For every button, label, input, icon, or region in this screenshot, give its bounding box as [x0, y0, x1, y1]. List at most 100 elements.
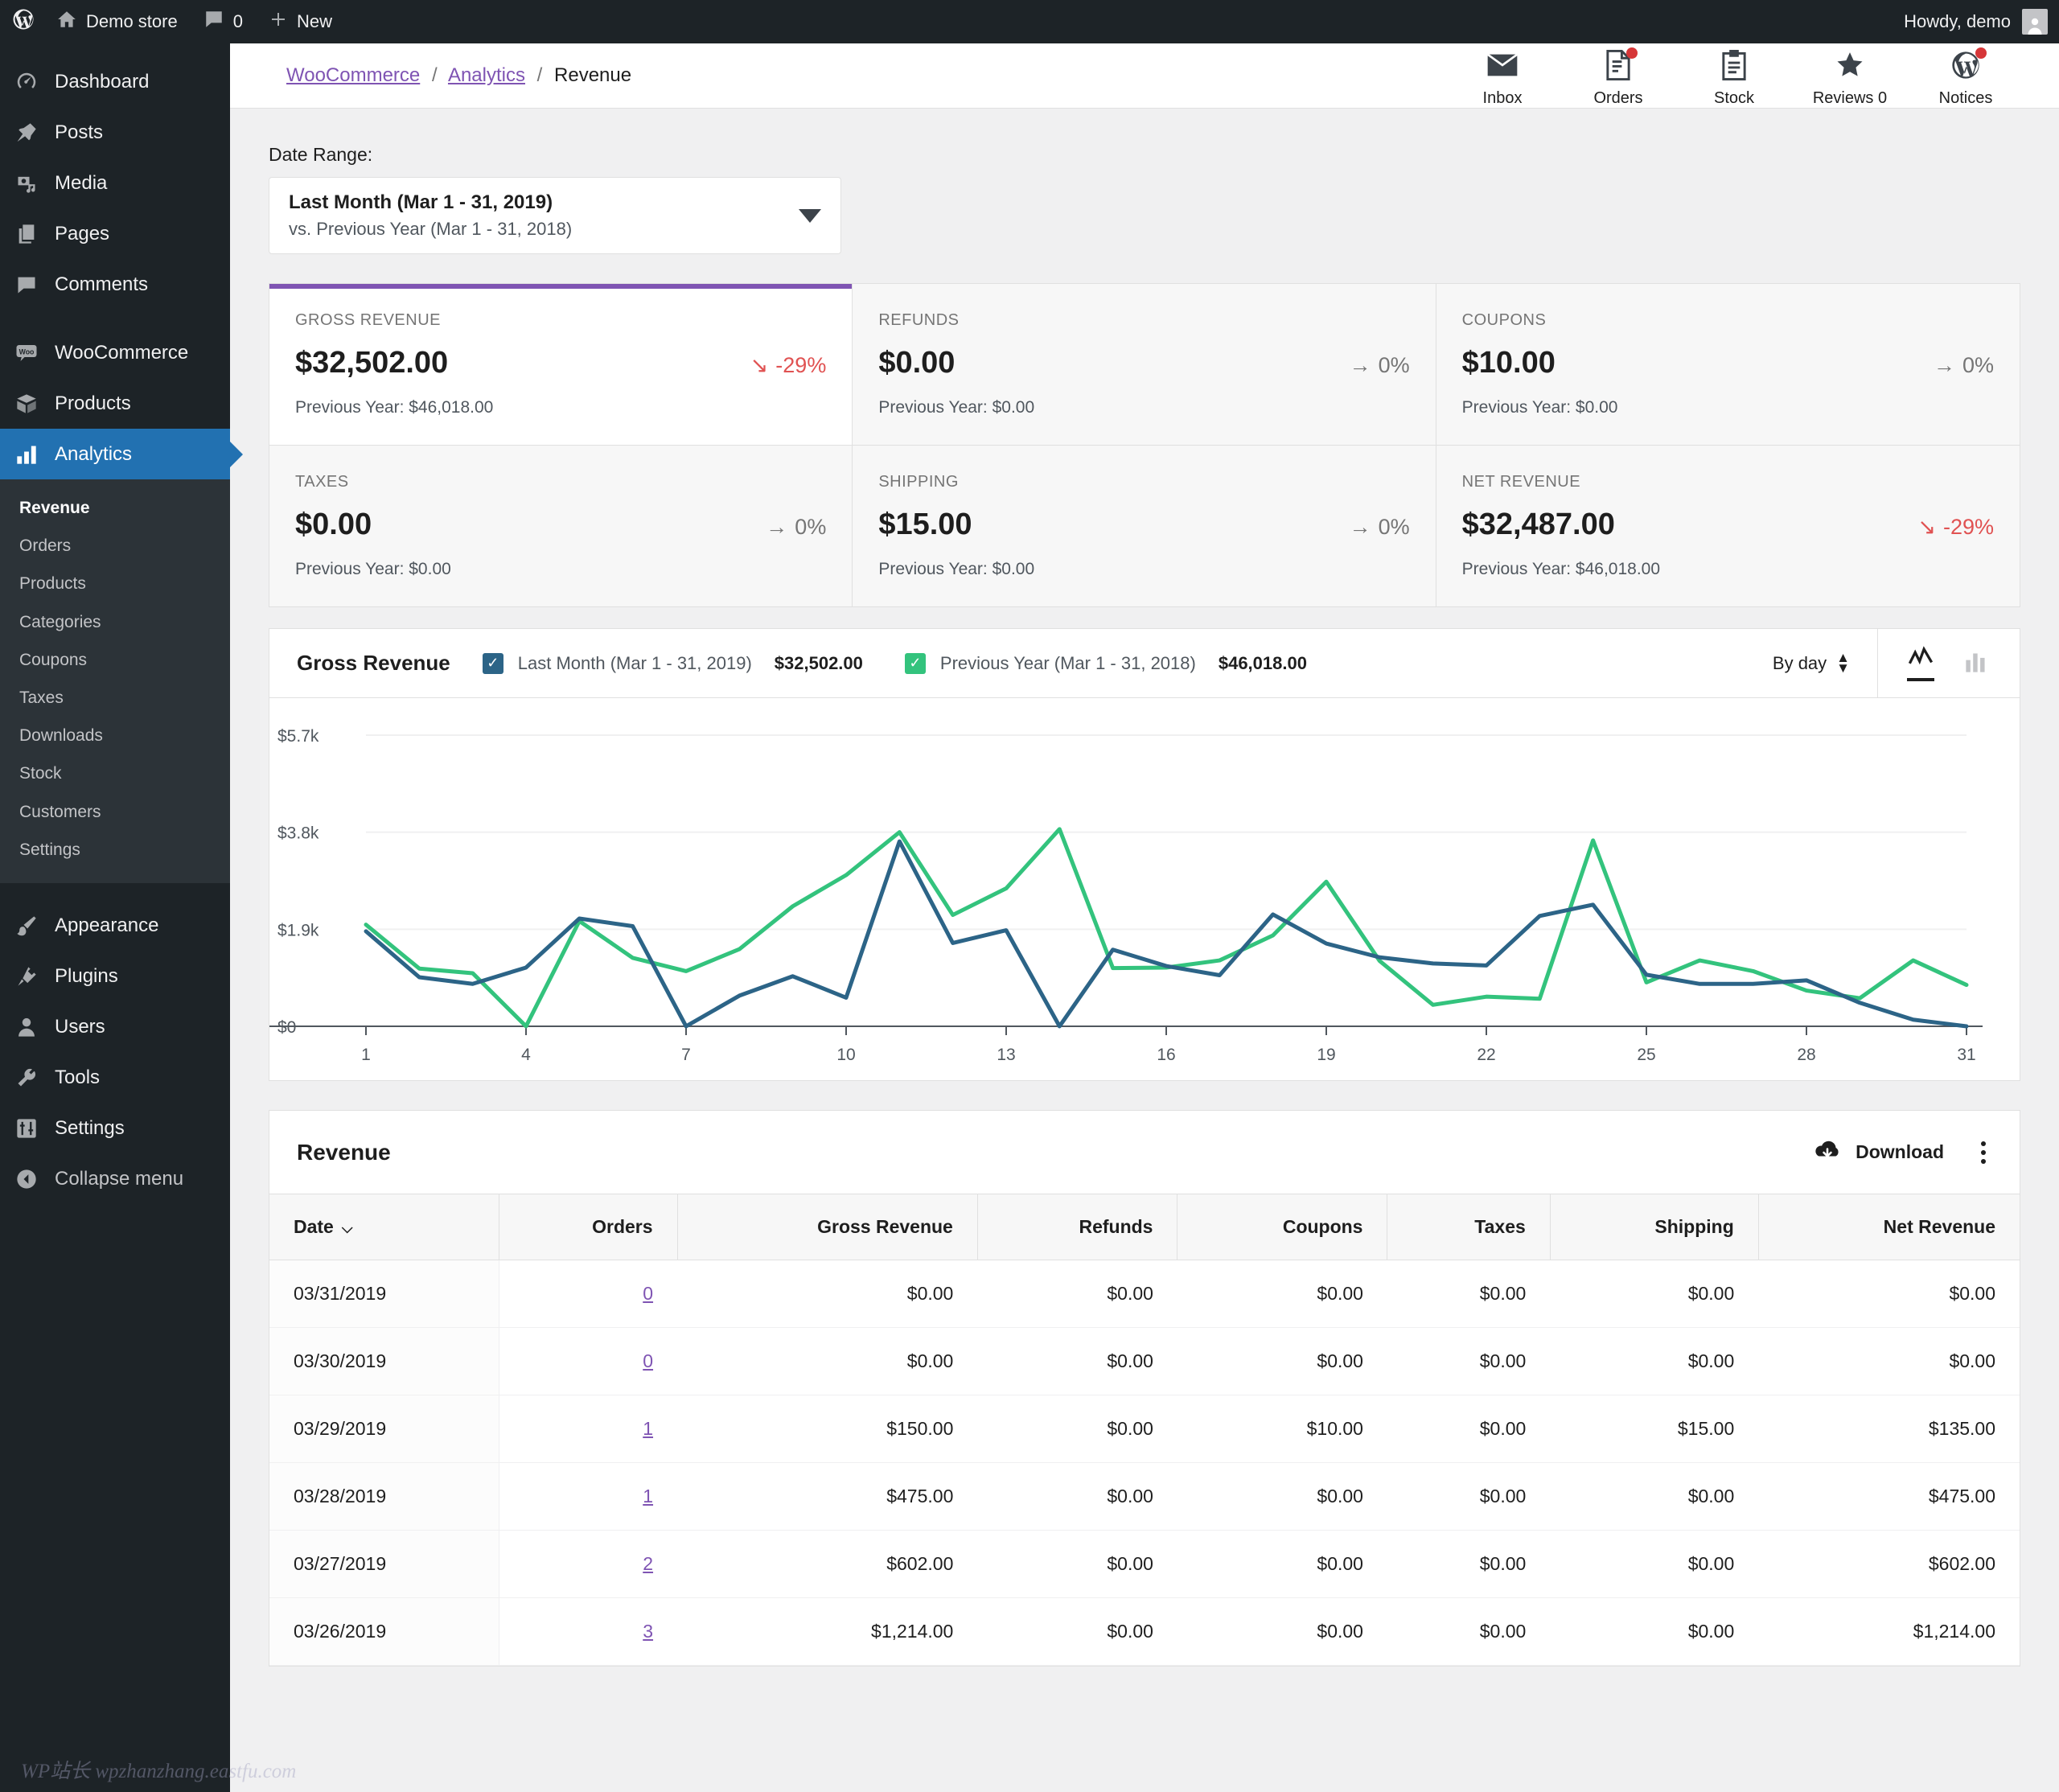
interval-select[interactable]: By day ▲ ▼ — [1773, 651, 1877, 676]
svg-text:13: 13 — [997, 1046, 1015, 1064]
new-content-label: New — [296, 11, 332, 31]
sidebar-subitem-orders[interactable]: Orders — [0, 527, 230, 565]
sidebar-label: WooCommerce — [55, 341, 189, 364]
cell-refunds: $0.00 — [977, 1530, 1177, 1598]
notification-dot — [1626, 47, 1638, 59]
sidebar-subitem-stock[interactable]: Stock — [0, 754, 230, 792]
column-header-taxes[interactable]: Taxes — [1387, 1194, 1551, 1260]
summary-delta: → 0% — [1350, 515, 1410, 540]
sidebar-subitem-taxes[interactable]: Taxes — [0, 679, 230, 717]
comment-bubble-icon — [203, 9, 224, 35]
date-range-picker[interactable]: Last Month (Mar 1 - 31, 2019) vs. Previo… — [269, 177, 841, 254]
svg-text:$5.7k: $5.7k — [277, 727, 319, 746]
summary-card-gross-revenue[interactable]: GROSS REVENUE $32,502.00 ↘ -29% Previous… — [269, 284, 853, 446]
sidebar-item-appearance[interactable]: Appearance — [0, 901, 230, 951]
sidebar-item-plugins[interactable]: Plugins — [0, 951, 230, 1002]
summary-card-net-revenue[interactable]: NET REVENUE $32,487.00 ↘ -29% Previous Y… — [1436, 446, 2020, 606]
sidebar-item-media[interactable]: Media — [0, 158, 230, 208]
legend-item-current[interactable]: ✓ Last Month (Mar 1 - 31, 2019) $32,502.… — [482, 652, 863, 674]
site-name-button[interactable]: Demo store — [43, 0, 191, 43]
column-header-gross-revenue[interactable]: Gross Revenue — [677, 1194, 978, 1260]
orders-count-link[interactable]: 3 — [643, 1621, 653, 1642]
header-reviews-button[interactable]: Reviews 0 — [1792, 44, 1908, 108]
header-stock-button[interactable]: Stock — [1676, 44, 1792, 108]
sidebar-item-pages[interactable]: Pages — [0, 208, 230, 259]
summary-card-coupons[interactable]: COUPONS $10.00 → 0% Previous Year: $0.00 — [1436, 284, 2020, 446]
breadcrumb-link-analytics[interactable]: Analytics — [448, 64, 525, 86]
orders-count-link[interactable]: 0 — [643, 1350, 653, 1371]
analytics-revenue-page: Date Range: Last Month (Mar 1 - 31, 2019… — [230, 109, 2059, 1667]
summary-delta-value: -29% — [775, 353, 827, 377]
header-icon-group: Inbox Orders Stock Reviews 0 Notices — [1445, 44, 2024, 108]
more-options-icon[interactable] — [1975, 1136, 1992, 1169]
sidebar-subitem-categories[interactable]: Categories — [0, 603, 230, 641]
table-row: 03/29/2019 1 $150.00 $0.00 $10.00 $0.00 $15.00… — [269, 1395, 2020, 1463]
header-icon-label: Inbox — [1482, 88, 1523, 107]
main-content: WooCommerce / Analytics / Revenue Inbox … — [230, 43, 2059, 1792]
cell-coupons: $0.00 — [1177, 1530, 1387, 1598]
sidebar-item-products[interactable]: Products — [0, 378, 230, 429]
sidebar-subitem-revenue[interactable]: Revenue — [0, 489, 230, 527]
sidebar-item-tools[interactable]: Tools — [0, 1053, 230, 1104]
summary-card-taxes[interactable]: TAXES $0.00 → 0% Previous Year: $0.00 — [269, 446, 853, 606]
sidebar-subitem-settings[interactable]: Settings — [0, 831, 230, 869]
sidebar-subitem-products[interactable]: Products — [0, 565, 230, 602]
cell-refunds: $0.00 — [977, 1327, 1177, 1395]
account-menu-button[interactable]: Howdy, demo — [1891, 0, 2059, 43]
sidebar-item-analytics[interactable]: Analytics — [0, 429, 243, 479]
summary-card-refunds[interactable]: REFUNDS $0.00 → 0% Previous Year: $0.00 — [853, 284, 1436, 446]
sidebar-item-posts[interactable]: Posts — [0, 107, 230, 158]
breadcrumb-current: Revenue — [554, 64, 632, 86]
header-orders-button[interactable]: Orders — [1560, 44, 1676, 108]
summary-value: $15.00 — [878, 508, 972, 541]
breadcrumb: WooCommerce / Analytics / Revenue — [286, 64, 631, 87]
sidebar-item-woocommerce[interactable]: Woo WooCommerce — [0, 327, 230, 378]
sidebar-item-collapse-menu[interactable]: Collapse menu — [0, 1154, 230, 1205]
column-header-date[interactable]: Date ⌵ — [269, 1194, 499, 1260]
breadcrumb-separator: / — [431, 64, 438, 86]
legend-item-previous[interactable]: ✓ Previous Year (Mar 1 - 31, 2018) $46,0… — [904, 652, 1307, 674]
summary-card-shipping[interactable]: SHIPPING $15.00 → 0% Previous Year: $0.0… — [853, 446, 1436, 606]
cell-net-revenue: $475.00 — [1758, 1462, 2020, 1531]
cell-gross-revenue: $0.00 — [677, 1327, 978, 1395]
user-icon — [13, 1013, 40, 1041]
breadcrumb-link-woocommerce[interactable]: WooCommerce — [286, 64, 420, 86]
line-chart-icon[interactable] — [1907, 645, 1934, 681]
orders-count-link[interactable]: 1 — [643, 1486, 653, 1506]
wordpress-logo-button[interactable] — [0, 0, 43, 43]
legend-checkbox-previous[interactable]: ✓ — [904, 652, 926, 674]
orders-count-link[interactable]: 0 — [643, 1283, 653, 1304]
comments-button[interactable]: 0 — [191, 0, 256, 43]
column-header-coupons[interactable]: Coupons — [1177, 1194, 1388, 1260]
column-header-net-revenue[interactable]: Net Revenue — [1758, 1194, 2020, 1260]
sidebar-item-settings[interactable]: Settings — [0, 1104, 230, 1154]
cell-taxes: $0.00 — [1387, 1260, 1551, 1328]
sidebar-item-comments[interactable]: Comments — [0, 259, 230, 310]
revenue-table-card: Revenue Download Date ⌵ Orders Gross Rev… — [269, 1110, 2020, 1667]
download-button[interactable]: Download — [1812, 1138, 1944, 1167]
svg-text:1: 1 — [361, 1046, 371, 1064]
sidebar-item-dashboard[interactable]: Dashboard — [0, 56, 230, 107]
new-content-button[interactable]: New — [256, 0, 345, 43]
header-inbox-button[interactable]: Inbox — [1445, 44, 1560, 108]
wordpress-icon — [1950, 47, 1987, 83]
column-header-refunds[interactable]: Refunds — [977, 1194, 1178, 1260]
orders-count-link[interactable]: 2 — [643, 1553, 653, 1574]
summary-value: $0.00 — [295, 508, 372, 541]
menu-separator — [0, 310, 230, 327]
sidebar-subitem-coupons[interactable]: Coupons — [0, 641, 230, 679]
column-header-shipping[interactable]: Shipping — [1550, 1194, 1759, 1260]
sidebar-subitem-customers[interactable]: Customers — [0, 793, 230, 831]
orders-count-link[interactable]: 1 — [643, 1418, 653, 1439]
sidebar-label: Products — [55, 392, 131, 414]
cell-coupons: $0.00 — [1177, 1260, 1387, 1328]
cell-gross-revenue: $1,214.00 — [677, 1597, 978, 1666]
cell-shipping: $0.00 — [1550, 1462, 1759, 1531]
legend-checkbox-current[interactable]: ✓ — [482, 652, 503, 674]
header-notices-button[interactable]: Notices — [1908, 44, 2024, 108]
arrow-right-icon: → — [1349, 515, 1371, 539]
sidebar-item-users[interactable]: Users — [0, 1002, 230, 1053]
bar-chart-icon[interactable] — [1963, 649, 1991, 677]
column-header-orders[interactable]: Orders — [499, 1194, 678, 1260]
sidebar-subitem-downloads[interactable]: Downloads — [0, 717, 230, 754]
